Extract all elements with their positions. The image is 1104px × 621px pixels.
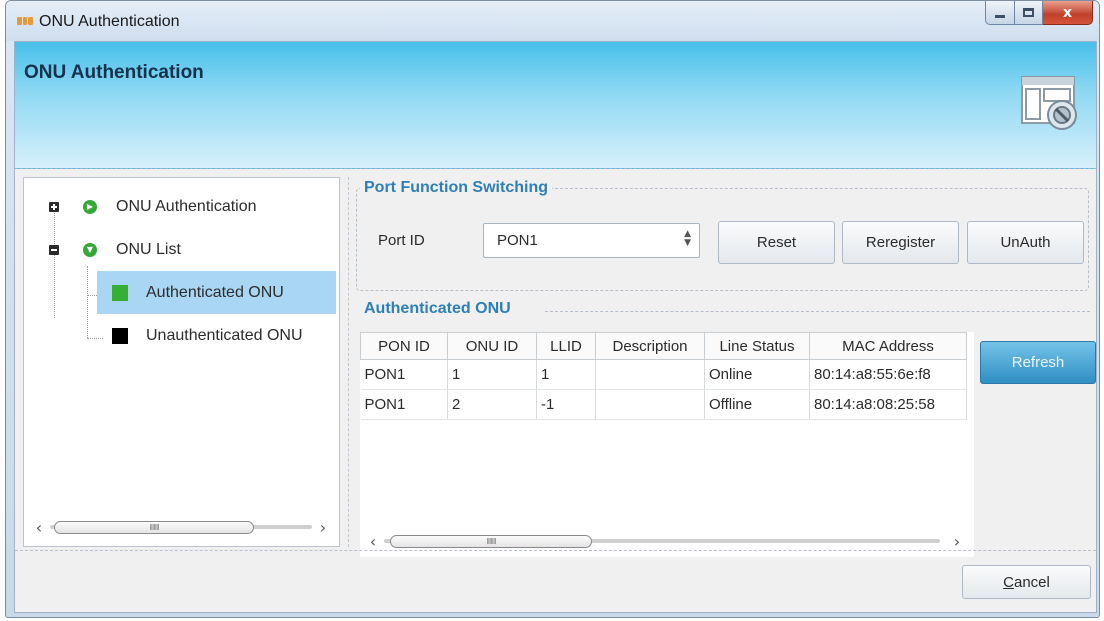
table-row[interactable]: PON1 2 -1 Offline 80:14:a8:08:25:58 (360, 389, 967, 420)
cell-pon-id: PON1 (360, 359, 448, 390)
tree-item-authenticated-onu[interactable]: Authenticated ONU (112, 284, 284, 302)
port-id-value: PON1 (497, 232, 538, 249)
page-title: ONU Authentication (24, 62, 204, 83)
minimize-icon (995, 15, 1005, 18)
cancel-button[interactable]: Cancel (962, 565, 1091, 599)
port-id-spinbox[interactable]: PON1 ▲ ▼ (483, 223, 700, 258)
tree-item-unauthenticated-onu[interactable]: Unauthenticated ONU (112, 327, 303, 345)
cell-description (595, 359, 705, 390)
cell-line-status: Offline (704, 389, 810, 420)
scroll-track[interactable]: IIIIIII (50, 518, 312, 536)
scroll-thumb[interactable]: IIIIIII (54, 521, 254, 534)
chevron-down-circle-icon: ▼ (83, 243, 97, 257)
column-header[interactable]: Description (595, 332, 705, 360)
scroll-left-icon[interactable]: ‹ (28, 518, 50, 537)
column-header[interactable]: LLID (536, 332, 596, 360)
dialog-window: ONU Authentication x ONU Authentication (5, 0, 1100, 618)
column-header[interactable]: MAC Address (809, 332, 967, 360)
tree-connector (54, 208, 55, 318)
column-header[interactable]: Line Status (704, 332, 810, 360)
tree-horizontal-scrollbar[interactable]: ‹ IIIIIII › (28, 518, 334, 537)
cell-llid: 1 (536, 359, 596, 390)
close-button[interactable]: x (1043, 1, 1093, 25)
column-header[interactable]: ONU ID (447, 332, 537, 360)
green-square-icon (112, 285, 128, 301)
header-banner: ONU Authentication (15, 42, 1096, 169)
scroll-left-icon[interactable]: ‹ (362, 532, 384, 551)
table-header-row: PON ID ONU ID LLID Description Line Stat… (360, 332, 967, 360)
unauth-button[interactable]: UnAuth (967, 221, 1084, 264)
scroll-track[interactable]: IIIIIII (384, 532, 946, 550)
navigation-tree[interactable]: ▶ ONU Authentication ▼ ONU List Authenti… (23, 177, 340, 547)
cell-mac-address: 80:14:a8:08:25:58 (809, 389, 967, 420)
cell-onu-id: 2 (447, 389, 537, 420)
cell-onu-id: 1 (447, 359, 537, 390)
cell-line-status: Online (704, 359, 810, 390)
onu-table: PON ID ONU ID LLID Description Line Stat… (360, 332, 967, 420)
scroll-grip: IIIIIII (486, 537, 496, 546)
collapse-icon[interactable] (49, 245, 59, 255)
window-controls: x (985, 1, 1093, 25)
reregister-button[interactable]: Reregister (842, 221, 959, 264)
footer-divider (15, 550, 1096, 551)
tree-item-label: ONU Authentication (116, 198, 257, 215)
tree-item-label: ONU List (116, 241, 181, 258)
settings-window-icon (1021, 76, 1077, 130)
minimize-button[interactable] (985, 1, 1015, 25)
scroll-right-icon[interactable]: › (312, 518, 334, 537)
title-bar[interactable]: ONU Authentication x (6, 1, 1099, 41)
cell-pon-id: PON1 (360, 389, 448, 420)
scroll-grip: IIIIIII (149, 523, 159, 532)
authenticated-onu-title: Authenticated ONU (360, 300, 515, 318)
cancel-mnemonic: C (1003, 573, 1014, 591)
tree-connector (87, 338, 103, 339)
refresh-button[interactable]: Refresh (980, 341, 1096, 384)
panel-divider (348, 177, 349, 547)
cell-mac-address: 80:14:a8:55:6e:f8 (809, 359, 967, 390)
table-horizontal-scrollbar[interactable]: ‹ IIIIIII › (362, 532, 968, 551)
column-header[interactable]: PON ID (360, 332, 448, 360)
tree-item-onu-list[interactable]: ▼ ONU List (49, 241, 181, 259)
cell-description (595, 389, 705, 420)
expand-icon[interactable] (49, 202, 59, 212)
section-divider (545, 311, 1090, 312)
scroll-thumb[interactable]: IIIIIII (390, 535, 592, 548)
tree-item-label: Authenticated ONU (146, 284, 284, 301)
onu-table-container: PON ID ONU ID LLID Description Line Stat… (360, 332, 974, 557)
cancel-label: ancel (1013, 573, 1050, 591)
table-row[interactable]: PON1 1 1 Online 80:14:a8:55:6e:f8 (360, 359, 967, 390)
app-icon (17, 17, 34, 25)
cell-llid: -1 (536, 389, 596, 420)
scroll-right-icon[interactable]: › (946, 532, 968, 551)
close-icon: x (1062, 4, 1073, 21)
tree-item-onu-authentication[interactable]: ▶ ONU Authentication (49, 198, 257, 216)
maximize-button[interactable] (1015, 1, 1043, 25)
port-id-label: Port ID (378, 232, 425, 249)
play-circle-icon: ▶ (83, 200, 97, 214)
black-square-icon (112, 328, 128, 344)
dialog-content: ONU Authentication ▶ ONU Authentication … (14, 41, 1097, 613)
spinner-arrows-icon[interactable]: ▲ ▼ (684, 230, 691, 248)
reset-button[interactable]: Reset (718, 221, 835, 264)
maximize-icon (1023, 8, 1034, 17)
tree-item-label: Unauthenticated ONU (146, 327, 303, 344)
window-title: ONU Authentication (39, 13, 180, 30)
tree-connector (87, 266, 88, 338)
port-function-title: Port Function Switching (360, 179, 552, 197)
